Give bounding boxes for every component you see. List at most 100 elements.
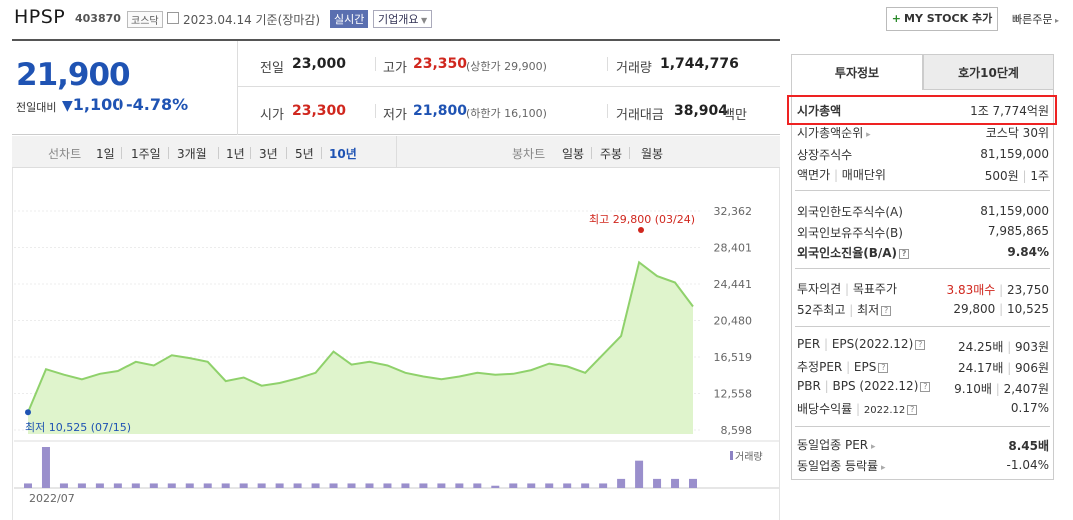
volume-legend-label: 거래량 [735,452,763,463]
market-cap-rank-label: 시가총액순위 [797,126,864,140]
volume-bar [653,478,662,488]
week52-low-label: 최저 [857,303,880,317]
industry-per[interactable]: 동일업종 PER ▸ [797,436,876,453]
bps-value: 2,407원 [1003,382,1049,396]
volume-bar [329,483,338,488]
bps-label: BPS (2022.12) [832,379,919,393]
market-cap-label: 시가총액 [797,104,842,118]
volume-bar [419,483,428,488]
opinion-label: 투자의견 [797,282,842,296]
volume-legend: 거래량 [730,448,763,463]
volume-bar [635,460,644,488]
listed-shares-value: 81,159,000 [980,147,1049,161]
y-tick-label: 32,362 [714,205,753,218]
industry-rate-label: 동일업종 등락률 [797,459,879,473]
industry-rate-value: -1.04% [1006,458,1049,472]
est-per-label: 추정PER [797,360,843,374]
help-icon[interactable]: ? [920,381,931,392]
divider [795,426,1050,427]
volume-bar [95,483,104,488]
help-icon[interactable]: ? [881,305,892,316]
volume-bar [257,483,266,488]
volume-bar [239,483,248,488]
y-tick-label: 8,598 [721,424,753,437]
week52-labels[interactable]: 52주최고 | 최저? [797,301,892,318]
volume-bar [293,483,302,488]
volume-bar [455,483,464,488]
par-trade-unit: 액면가 | 매매단위 [797,168,886,182]
divider [795,326,1050,327]
pbr-bps-values: 9.10배 | 2,407원 [954,382,1049,396]
volume-bar [689,478,697,488]
pbr-value: 9.10배 [954,382,992,396]
volume-bar [113,483,122,488]
est-eps-value: 906원 [1015,361,1049,375]
dividend[interactable]: 배당수익률 | 2022.12? [797,400,918,417]
est-per-value: 24.17배 [957,361,1004,375]
trade-unit-label: 매매단위 [841,168,886,182]
volume-bar [275,483,284,488]
foreign-limit-label: 외국인한도주식수(A) [797,205,903,219]
week52-high: 29,800 [953,302,996,316]
help-icon[interactable]: ? [907,404,918,415]
trade-unit-value: 1주 [1030,169,1049,183]
pbr-bps[interactable]: PBR | BPS (2022.12)? [797,379,931,393]
tab-hoga10[interactable]: 호가10단계 [923,54,1054,90]
per-value: 24.25배 [957,340,1004,354]
market-cap-value: 1조 7,774억원 [970,104,1049,118]
industry-per-label: 동일업종 PER [797,438,869,452]
foreign-ratio[interactable]: 외국인소진율(B/A)? [797,244,910,261]
foreign-hold-value: 7,985,865 [987,224,1049,238]
market-cap-rank[interactable]: 시가총액순위 ▸ [797,124,871,141]
help-icon[interactable]: ? [915,339,926,350]
opinion-target: 투자의견 | 목표주가 [797,282,898,296]
volume-bar [167,483,176,488]
volume-legend-swatch [730,451,733,460]
volume-bar [437,483,446,488]
help-icon[interactable]: ? [899,248,910,259]
tab-invest-info[interactable]: 투자정보 [791,54,923,90]
foreign-hold-label: 외국인보유주식수(B) [797,226,903,240]
chevron-right-icon: ▸ [863,130,871,140]
dividend-label: 배당수익률 [797,402,853,416]
volume-bar [185,483,194,488]
volume-bar [221,483,230,488]
y-tick-label: 20,480 [714,315,753,328]
per-eps[interactable]: PER | EPS(2022.12)? [797,337,926,351]
par-value: 500원 [984,169,1019,183]
x-tick-label: 2022/07 [29,492,75,505]
per-label: PER [797,337,821,351]
volume-bar [59,483,68,488]
volume-bar [509,483,518,488]
volume-bar [311,483,320,488]
per-eps-values: 24.25배 | 903원 [957,340,1049,354]
opinion-target-values: 3.83매수 | 23,750 [946,283,1049,297]
chevron-right-icon: ▸ [878,463,886,473]
industry-per-value: 8.45배 [1008,439,1049,453]
listed-shares-label: 상장주식수 [797,148,853,162]
volume-bar [347,483,356,488]
foreign-ratio-value: 9.84% [1007,245,1049,259]
volume-bar [617,478,626,488]
est-eps-label: EPS [853,360,877,374]
est-per-eps[interactable]: 추정PER | EPS? [797,358,889,375]
target-value: 23,750 [1007,283,1049,297]
foreign-limit-value: 81,159,000 [980,204,1049,218]
volume-bar [365,483,374,488]
max-label: 최고 29,800 (03/24) [589,213,696,226]
industry-rate[interactable]: 동일업종 등락률 ▸ [797,457,886,474]
volume-bar [473,483,482,488]
price-area [28,262,693,434]
volume-bar [563,483,572,488]
help-icon[interactable]: ? [878,362,889,373]
volume-bar [203,483,212,488]
week52-values: 29,800 | 10,525 [953,302,1049,316]
opinion-value: 3.83매수 [946,283,996,297]
par-trade-values: 500원 | 1주 [984,169,1049,183]
par-label: 액면가 [797,168,831,182]
volume-bar [41,447,50,488]
max-point [638,227,644,233]
volume-bar [131,483,140,488]
volume-bar [401,483,410,488]
y-tick-label: 12,558 [714,388,753,401]
